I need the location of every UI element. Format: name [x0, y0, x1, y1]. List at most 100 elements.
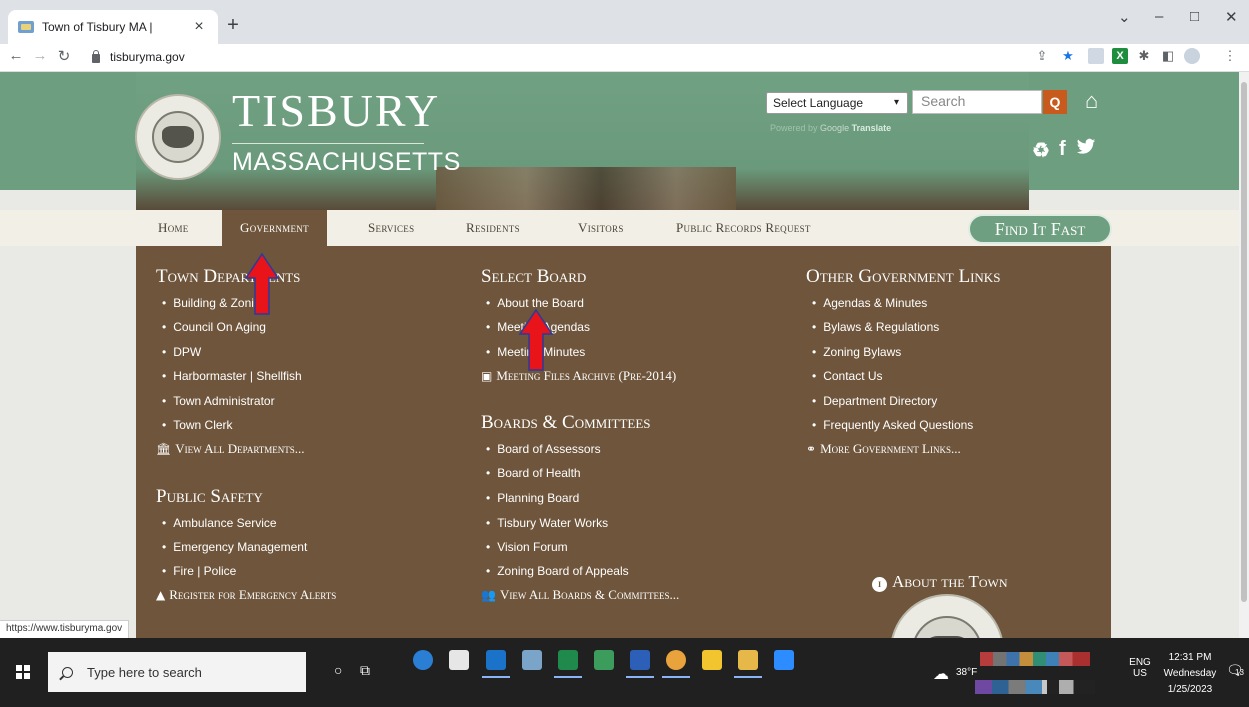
bookmark-star-icon[interactable]: ★ [1060, 48, 1076, 64]
taskbar-search-box[interactable]: Type here to search [48, 652, 306, 692]
page-scrollbar[interactable] [1239, 72, 1249, 638]
menu-link-emergency-management[interactable]: Emergency Management [162, 540, 307, 554]
twitter-icon[interactable] [1076, 138, 1096, 162]
excel-icon[interactable] [554, 650, 582, 678]
about-town-seal-image[interactable] [890, 594, 1004, 638]
menu-link-department-directory[interactable]: Department Directory [812, 394, 937, 408]
view-all-departments-link[interactable]: 🏛 View All Departments... [156, 441, 305, 457]
chrome-icon[interactable] [662, 650, 690, 678]
menu-link-board-of-health[interactable]: Board of Health [486, 466, 580, 480]
menu-link-zoning-board-of-appeals[interactable]: Zoning Board of Appeals [486, 564, 628, 578]
extensions-puzzle-icon[interactable]: ✱ [1136, 48, 1152, 64]
other-government-links-heading[interactable]: Other Government Links [806, 266, 1000, 288]
nav-services[interactable]: Services [368, 210, 414, 246]
building-icon: 🏛 [156, 442, 172, 456]
nav-home[interactable]: Home [158, 210, 189, 246]
search-icon[interactable]: Q [1043, 90, 1067, 114]
menu-link-board-of-assessors[interactable]: Board of Assessors [486, 442, 600, 456]
menu-link-tisbury-water-works[interactable]: Tisbury Water Works [486, 516, 608, 530]
project-icon[interactable] [594, 650, 614, 670]
system-tray-icons[interactable] [980, 652, 1090, 666]
tab-search-icon[interactable]: ⌄ [1118, 8, 1131, 26]
google-translate-credit: Powered by Google Translate [770, 123, 892, 133]
site-logo-title[interactable]: TISBURY [232, 84, 440, 137]
boards-committees-heading[interactable]: Boards & Committees [481, 412, 651, 434]
windows-start-icon[interactable] [16, 665, 30, 679]
outlook-icon[interactable] [482, 650, 510, 678]
lock-icon[interactable] [92, 49, 100, 63]
cortana-icon[interactable]: ○ [334, 662, 342, 678]
public-safety-heading[interactable]: Public Safety [156, 486, 263, 508]
reload-icon[interactable]: ↻ [54, 47, 74, 65]
site-search-input[interactable]: Search [912, 90, 1042, 114]
chevron-down-icon: ▾ [893, 97, 899, 108]
weather-temperature[interactable]: 38°F [956, 667, 977, 678]
zoom-icon[interactable] [774, 650, 794, 670]
nav-public-records-request[interactable]: Public Records Request [676, 210, 811, 246]
language-select[interactable]: Select Language ▾ [766, 92, 908, 114]
nav-government[interactable]: Government [222, 210, 327, 246]
file-explorer-icon[interactable] [734, 650, 762, 678]
edge-icon[interactable] [413, 650, 433, 670]
menu-link-planning-board[interactable]: Planning Board [486, 491, 579, 505]
windows-taskbar: Type here to search ○ ⧉ ☁ 38°F ENG US 12… [0, 638, 1249, 707]
url-text: tisburyma.gov [110, 50, 185, 64]
menu-link-dpw[interactable]: DPW [162, 345, 201, 359]
notification-count: 13 [1235, 668, 1244, 677]
menu-link-town-administrator[interactable]: Town Administrator [162, 394, 274, 408]
new-tab-button[interactable]: + [222, 14, 244, 36]
share-icon[interactable]: ⇪ [1034, 48, 1050, 64]
menu-link-zoning-bylaws[interactable]: Zoning Bylaws [812, 345, 901, 359]
meeting-files-archive-link[interactable]: ▣ Meeting Files Archive (Pre-2014) [481, 368, 676, 384]
tab-close-icon[interactable]: × [190, 18, 208, 36]
menu-link-vision-forum[interactable]: Vision Forum [486, 540, 567, 554]
menu-link-bylaws-regulations[interactable]: Bylaws & Regulations [812, 320, 939, 334]
page-viewport: TISBURY MASSACHUSETTS Select Language ▾ … [0, 72, 1249, 638]
menu-link-agendas-minutes[interactable]: Agendas & Minutes [812, 296, 927, 310]
site-logo-subtitle[interactable]: MASSACHUSETTS [232, 148, 461, 177]
nav-residents[interactable]: Residents [466, 210, 520, 246]
about-the-town-link[interactable]: i About the Town [872, 572, 1008, 592]
menu-link-contact-us[interactable]: Contact Us [812, 369, 882, 383]
task-view-icon[interactable]: ⧉ [360, 662, 370, 679]
view-all-boards-link[interactable]: 👥 View All Boards & Committees... [481, 587, 679, 603]
back-arrow-icon[interactable]: ← [6, 47, 26, 64]
recycle-icon[interactable]: ♻ [1032, 138, 1050, 163]
menu-link-harbormaster-shellfish[interactable]: Harbormaster | Shellfish [162, 369, 302, 383]
select-board-heading[interactable]: Select Board [481, 266, 586, 288]
notifications-icon[interactable]: 🗨 13 [1226, 662, 1244, 679]
word-icon[interactable] [626, 650, 654, 678]
menu-link-ambulance-service[interactable]: Ambulance Service [162, 516, 276, 530]
close-window-button[interactable]: ✕ [1225, 8, 1238, 26]
menu-link-town-clerk[interactable]: Town Clerk [162, 418, 232, 432]
link-hover-status: https://www.tisburyma.gov [0, 620, 130, 638]
menu-link-council-on-aging[interactable]: Council On Aging [162, 320, 266, 334]
app-icon[interactable] [522, 650, 542, 670]
nav-visitors[interactable]: Visitors [578, 210, 624, 246]
forward-arrow-icon[interactable]: → [30, 47, 50, 64]
more-government-links-link[interactable]: ⚭ More Government Links... [806, 441, 961, 457]
menu-link-faq[interactable]: Frequently Asked Questions [812, 418, 973, 432]
town-seal-logo[interactable] [135, 94, 221, 180]
browser-menu-icon[interactable]: ⋮ [1222, 48, 1238, 64]
system-tray-icons-row2[interactable] [975, 680, 1095, 694]
excel-extension-icon[interactable]: X [1112, 48, 1128, 64]
find-it-fast-button[interactable]: Find It Fast [968, 214, 1112, 244]
home-icon[interactable]: ⌂ [1085, 88, 1098, 114]
extension-icon[interactable] [1088, 48, 1104, 64]
sticky-notes-icon[interactable] [702, 650, 722, 670]
browser-tab[interactable]: Town of Tisbury MA | × [8, 10, 218, 44]
maximize-button[interactable]: □ [1190, 8, 1199, 25]
menu-link-fire-police[interactable]: Fire | Police [162, 564, 236, 578]
input-language[interactable]: ENG [1126, 657, 1154, 668]
clock-day: Wednesday [1163, 668, 1217, 679]
minimize-button[interactable]: – [1155, 8, 1163, 25]
red-arrow-annotation [244, 252, 280, 315]
emergency-alerts-link[interactable]: ▲ Register for Emergency Alerts [156, 587, 336, 603]
profile-avatar-icon[interactable] [1184, 48, 1200, 64]
facebook-icon[interactable]: f [1059, 138, 1066, 161]
store-icon[interactable] [449, 650, 469, 670]
address-bar[interactable]: tisburyma.gov [92, 46, 1032, 68]
side-panel-icon[interactable]: ◧ [1160, 48, 1176, 64]
clock[interactable]: 12:31 PM Wednesday 1/25/2023 [1160, 650, 1220, 698]
